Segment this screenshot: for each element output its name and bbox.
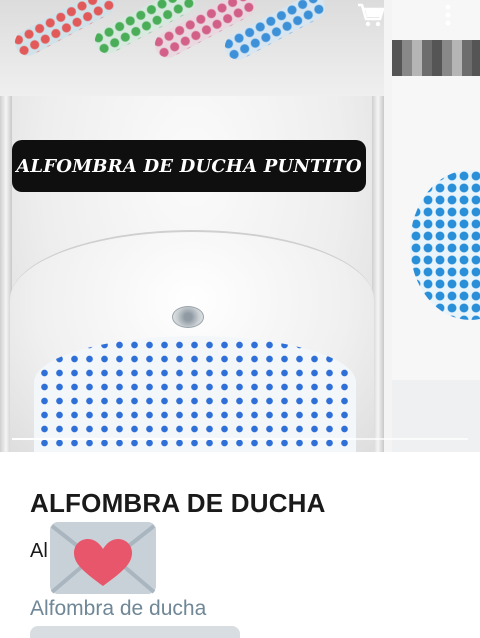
slide-title-label: ALFOMBRA DE DUCHA PUNTITO [12,140,366,192]
product-subtitle: Al [30,540,48,562]
gallery-progress-track [12,438,468,440]
gallery-slide-current[interactable]: ALFOMBRA DE DUCHA PUNTITO [0,0,384,452]
slide-title-text: ALFOMBRA DE DUCHA PUNTITO [16,155,362,177]
photo-dotted-mat [34,336,356,452]
gallery-slide-next[interactable] [392,0,480,452]
photo-tiles [392,40,480,76]
photo-floor [392,380,480,452]
shopping-cart-icon[interactable] [356,2,386,28]
more-vertical-icon[interactable] [438,2,458,28]
gallery-progress-fill [12,438,240,440]
product-image-gallery[interactable]: ALFOMBRA DE DUCHA PUNTITO [0,0,480,452]
next-card-edge[interactable] [30,626,240,638]
product-title: ALFOMBRA DE DUCHA [30,488,326,518]
photo-blue-mat [410,170,480,320]
envelope-heart-icon[interactable] [48,520,158,596]
photo-drain [172,306,204,328]
product-link-label[interactable]: Alfombra de ducha [30,597,206,621]
photo-mats-row [0,0,384,96]
